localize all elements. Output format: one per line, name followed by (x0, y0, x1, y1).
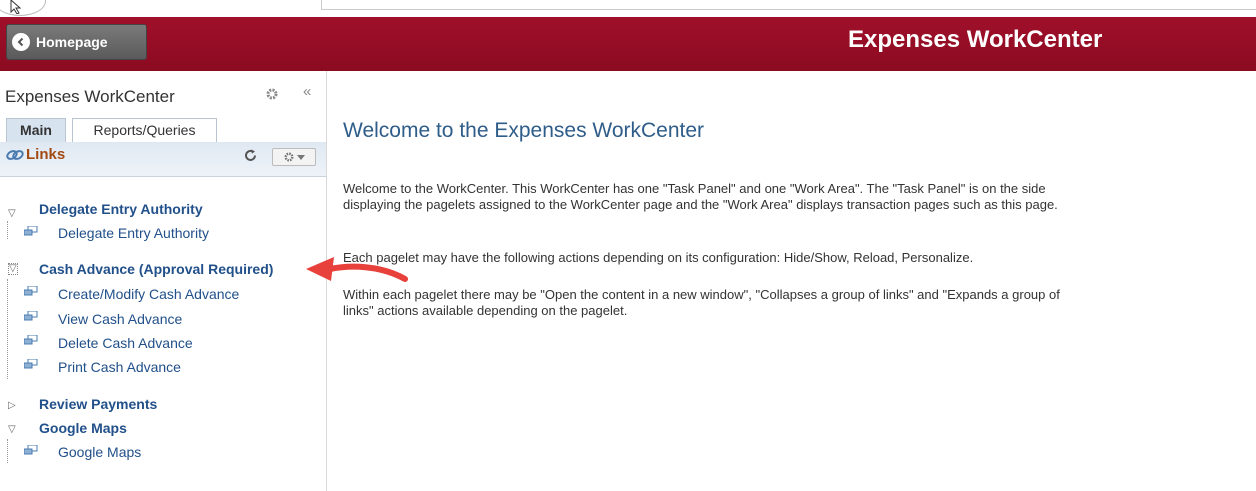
panel-title: Expenses WorkCenter (5, 87, 175, 106)
group-cash-advance[interactable]: Cash Advance (Approval Required) (39, 261, 273, 277)
group-google-maps[interactable]: Google Maps (39, 420, 127, 436)
expanded-triangle-icon[interactable]: ▽ (8, 208, 16, 219)
page-title: Expenses WorkCenter (848, 26, 1103, 53)
homepage-button[interactable]: Homepage (6, 24, 147, 60)
pagelet-paragraph: Within each pagelet there may be "Open t… (343, 287, 1060, 318)
group-delegate-entry-authority[interactable]: Delegate Entry Authority (39, 201, 203, 217)
link-create-modify-cash-advance[interactable]: Create/Modify Cash Advance (58, 286, 239, 302)
browser-tab-edge (0, 0, 46, 16)
gear-icon (284, 152, 293, 162)
link-google-maps[interactable]: Google Maps (58, 444, 141, 460)
link-delegate-entry-authority[interactable]: Delegate Entry Authority (58, 225, 209, 241)
browser-strip (0, 0, 1256, 17)
task-panel: Expenses WorkCenter « Main Reports/Queri… (0, 71, 327, 491)
tab-main[interactable]: Main (6, 118, 66, 142)
back-chevron-icon (12, 33, 30, 51)
address-bar-edge (321, 0, 1256, 10)
welcome-paragraph: Welcome to the WorkCenter. This WorkCent… (343, 181, 1058, 212)
homepage-button-label: Homepage (36, 34, 108, 50)
tree-guide-line (7, 221, 8, 239)
expanded-triangle-icon[interactable]: ▽ (8, 424, 16, 435)
mouse-cursor-icon (10, 0, 22, 14)
collapse-panel-icon[interactable]: « (303, 83, 311, 100)
annotation-arrow-icon (306, 257, 408, 282)
welcome-heading: Welcome to the Expenses WorkCenter (343, 119, 705, 142)
link-page-icon (24, 445, 38, 455)
app-header: Homepage Expenses WorkCenter (0, 17, 1256, 71)
link-page-icon (24, 226, 38, 236)
links-clip-icon (6, 150, 24, 160)
link-print-cash-advance[interactable]: Print Cash Advance (58, 359, 181, 375)
refresh-icon[interactable] (244, 149, 257, 162)
group-review-payments[interactable]: Review Payments (39, 396, 157, 412)
link-view-cash-advance[interactable]: View Cash Advance (58, 311, 182, 327)
pagelet-actions-menu-button[interactable] (272, 148, 316, 166)
link-page-icon (24, 335, 38, 345)
collapsed-triangle-icon[interactable]: ▷ (8, 400, 16, 411)
link-delete-cash-advance[interactable]: Delete Cash Advance (58, 335, 193, 351)
link-page-icon (24, 359, 38, 369)
actions-paragraph: Each pagelet may have the following acti… (343, 250, 974, 265)
tab-reports-queries[interactable]: Reports/Queries (72, 118, 217, 142)
link-page-icon (24, 286, 38, 296)
gear-icon[interactable] (266, 88, 278, 100)
links-pagelet-header: Links (0, 142, 326, 177)
tree-guide-line (7, 279, 8, 379)
dropdown-arrow-icon (296, 154, 305, 160)
links-title: Links (26, 146, 66, 163)
link-page-icon (24, 311, 38, 321)
tree-guide-line (7, 439, 8, 463)
expanded-triangle-icon[interactable]: ▽ (8, 263, 18, 275)
